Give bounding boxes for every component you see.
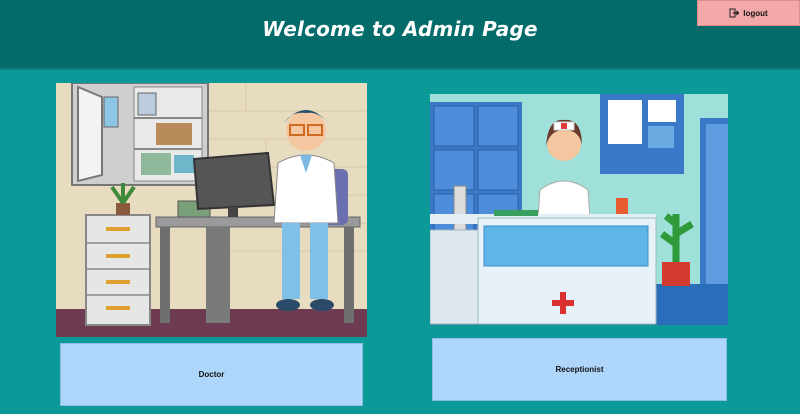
receptionist-illustration (430, 94, 728, 325)
doctor-illustration (56, 83, 367, 337)
receptionist-button[interactable]: Receptionist (432, 338, 727, 401)
doctor-button[interactable]: Doctor (60, 343, 363, 406)
logout-icon (729, 8, 740, 18)
header-bar: Welcome to Admin Page (0, 0, 800, 70)
page-title: Welcome to Admin Page (262, 17, 538, 41)
logout-button[interactable]: logout (697, 0, 800, 26)
logout-label: logout (743, 8, 768, 18)
